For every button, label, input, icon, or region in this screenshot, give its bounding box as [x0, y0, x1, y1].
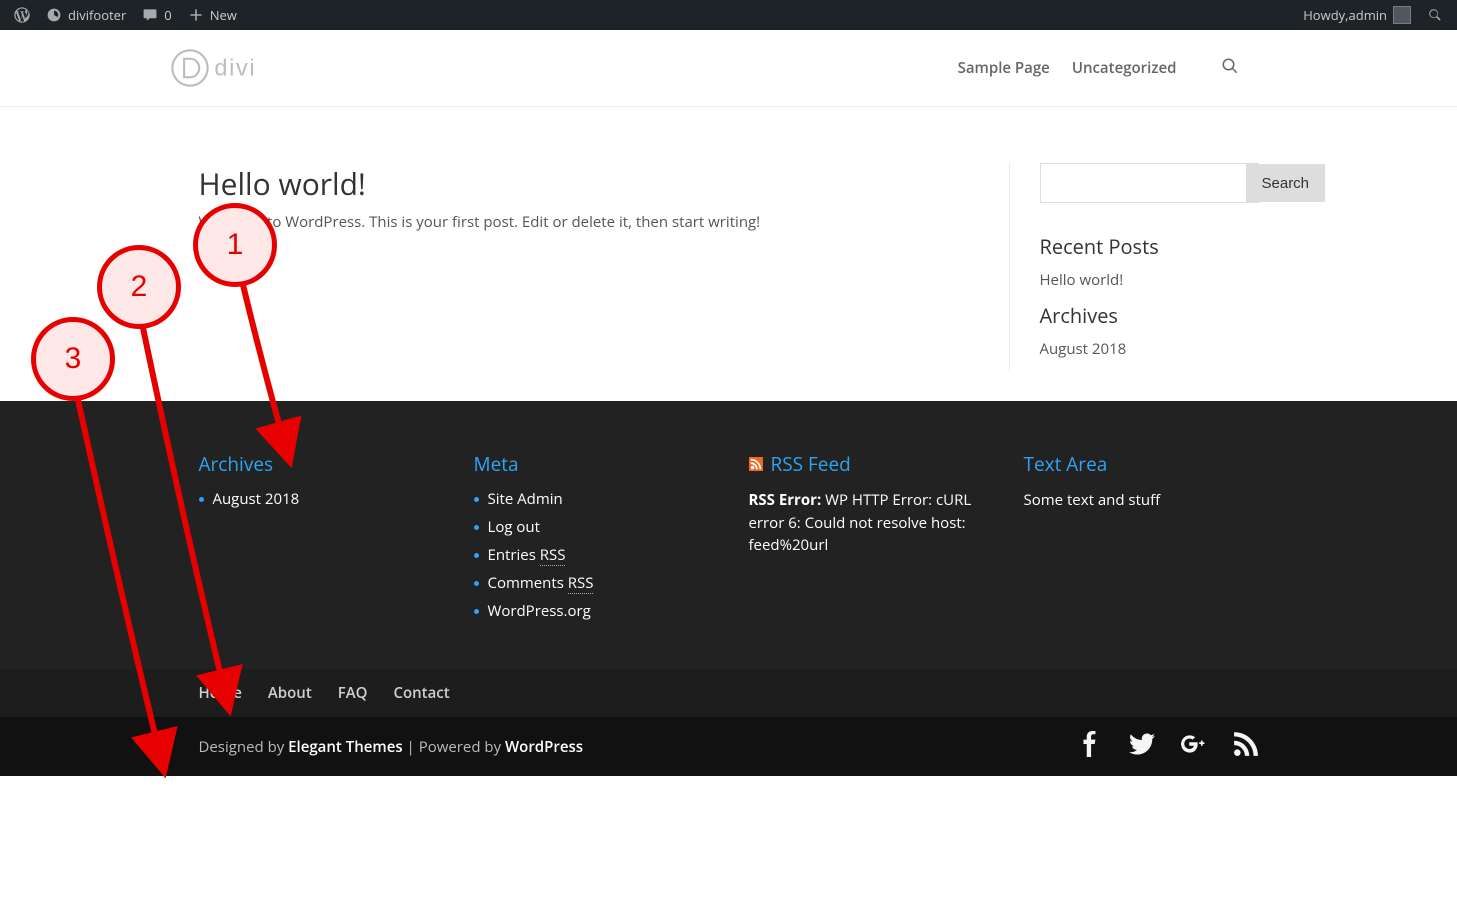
footer-nav-contact[interactable]: Contact	[393, 683, 449, 703]
twitter-icon	[1129, 731, 1155, 757]
site-logo[interactable]: divi	[159, 47, 303, 89]
new-content-menu[interactable]: New	[180, 0, 245, 30]
svg-text:divi: divi	[214, 55, 256, 81]
footer-credits-bar: Designed by Elegant Themes | Powered by …	[0, 717, 1457, 776]
search-icon	[1221, 57, 1239, 75]
footer-nav-home[interactable]: Home	[199, 683, 242, 703]
adminbar-search[interactable]	[1419, 0, 1451, 30]
post: Hello world! Welcome to WordPress. This …	[199, 163, 1009, 371]
avatar	[1393, 6, 1411, 24]
footer-credits-text: Designed by Elegant Themes | Powered by …	[199, 737, 584, 757]
howdy-prefix: Howdy,	[1303, 6, 1348, 24]
footer-col-archives: Archives August 2018	[199, 451, 434, 629]
credits-wordpress[interactable]: WordPress	[505, 737, 583, 757]
footer-col-meta: Meta Site Admin Log out Entries RSS Comm…	[474, 451, 709, 629]
post-body: Welcome to WordPress. This is your first…	[199, 212, 949, 232]
footer-text-title: Text Area	[1024, 451, 1259, 477]
divi-logo-icon: divi	[169, 47, 303, 89]
primary-nav: Sample Page Uncategorized	[936, 57, 1239, 80]
wordpress-icon	[14, 7, 30, 23]
recent-post-link[interactable]: Hello world!	[1040, 270, 1259, 290]
rss-abbr: RSS	[568, 573, 594, 594]
plus-icon	[188, 7, 204, 23]
post-title: Hello world!	[199, 163, 949, 204]
archives-heading: Archives	[1040, 302, 1259, 329]
meta-entries-rss[interactable]: Entries RSS	[488, 545, 566, 566]
my-account-menu[interactable]: Howdy, admin	[1295, 0, 1419, 30]
rss-error-text: RSS Error: WP HTTP Error: cURL error 6: …	[749, 489, 984, 557]
archive-link[interactable]: August 2018	[1040, 339, 1259, 359]
search-icon	[1427, 7, 1443, 23]
facebook-icon	[1077, 731, 1103, 757]
rss-icon	[1233, 731, 1259, 757]
site-name-label: divifooter	[68, 6, 126, 24]
social-google[interactable]	[1181, 731, 1207, 762]
footer-nav-faq[interactable]: FAQ	[338, 683, 368, 703]
footer-col-rss: RSS Feed RSS Error: WP HTTP Error: cURL …	[749, 451, 984, 629]
google-plus-icon	[1181, 731, 1207, 757]
meta-wporg[interactable]: WordPress.org	[488, 601, 591, 621]
footer-nav-about[interactable]: About	[268, 683, 312, 703]
footer-meta-title: Meta	[474, 451, 709, 477]
sidebar: Search Recent Posts Hello world! Archive…	[1009, 163, 1259, 371]
search-input[interactable]	[1041, 164, 1246, 202]
nav-link-sample-page[interactable]: Sample Page	[958, 58, 1050, 78]
header-search-button[interactable]	[1199, 57, 1239, 80]
footer-text-body: Some text and stuff	[1024, 489, 1259, 512]
social-rss[interactable]	[1233, 731, 1259, 762]
footer-archives-title: Archives	[199, 451, 434, 477]
credits-elegant-themes[interactable]: Elegant Themes	[288, 737, 402, 757]
social-facebook[interactable]	[1077, 731, 1103, 762]
comment-icon	[142, 7, 158, 23]
social-twitter[interactable]	[1129, 731, 1155, 762]
new-label: New	[210, 6, 237, 24]
nav-link-uncategorized[interactable]: Uncategorized	[1072, 58, 1177, 78]
rss-icon	[749, 457, 763, 471]
footer-archive-link[interactable]: August 2018	[213, 489, 300, 509]
dashboard-icon	[46, 7, 62, 23]
site-name-menu[interactable]: divifooter	[38, 0, 134, 30]
wp-logo-menu[interactable]	[6, 0, 38, 30]
recent-posts-heading: Recent Posts	[1040, 233, 1259, 260]
rss-abbr: RSS	[540, 545, 566, 566]
wp-admin-bar: divifooter 0 New Howdy, admin	[0, 0, 1457, 30]
comments-menu[interactable]: 0	[134, 0, 179, 30]
search-widget: Search	[1040, 163, 1259, 203]
meta-comments-rss[interactable]: Comments RSS	[488, 573, 594, 594]
comments-count: 0	[164, 6, 171, 24]
footer-rss-title: RSS Feed	[749, 451, 984, 477]
howdy-user: admin	[1349, 6, 1387, 24]
meta-logout[interactable]: Log out	[488, 517, 540, 537]
footer-col-text: Text Area Some text and stuff	[1024, 451, 1259, 629]
annotation-bubble-3: 3	[31, 317, 115, 401]
footer-widget-area: Archives August 2018 Meta Site Admin Log…	[0, 401, 1457, 669]
annotation-bubble-2: 2	[97, 245, 181, 329]
main-content-wrap: Hello world! Welcome to WordPress. This …	[189, 107, 1269, 401]
footer-nav-bar: Home About FAQ Contact	[0, 669, 1457, 717]
social-links	[1077, 731, 1259, 762]
meta-site-admin[interactable]: Site Admin	[488, 489, 563, 509]
site-header: divi Sample Page Uncategorized	[0, 30, 1457, 107]
search-button[interactable]: Search	[1246, 164, 1326, 202]
